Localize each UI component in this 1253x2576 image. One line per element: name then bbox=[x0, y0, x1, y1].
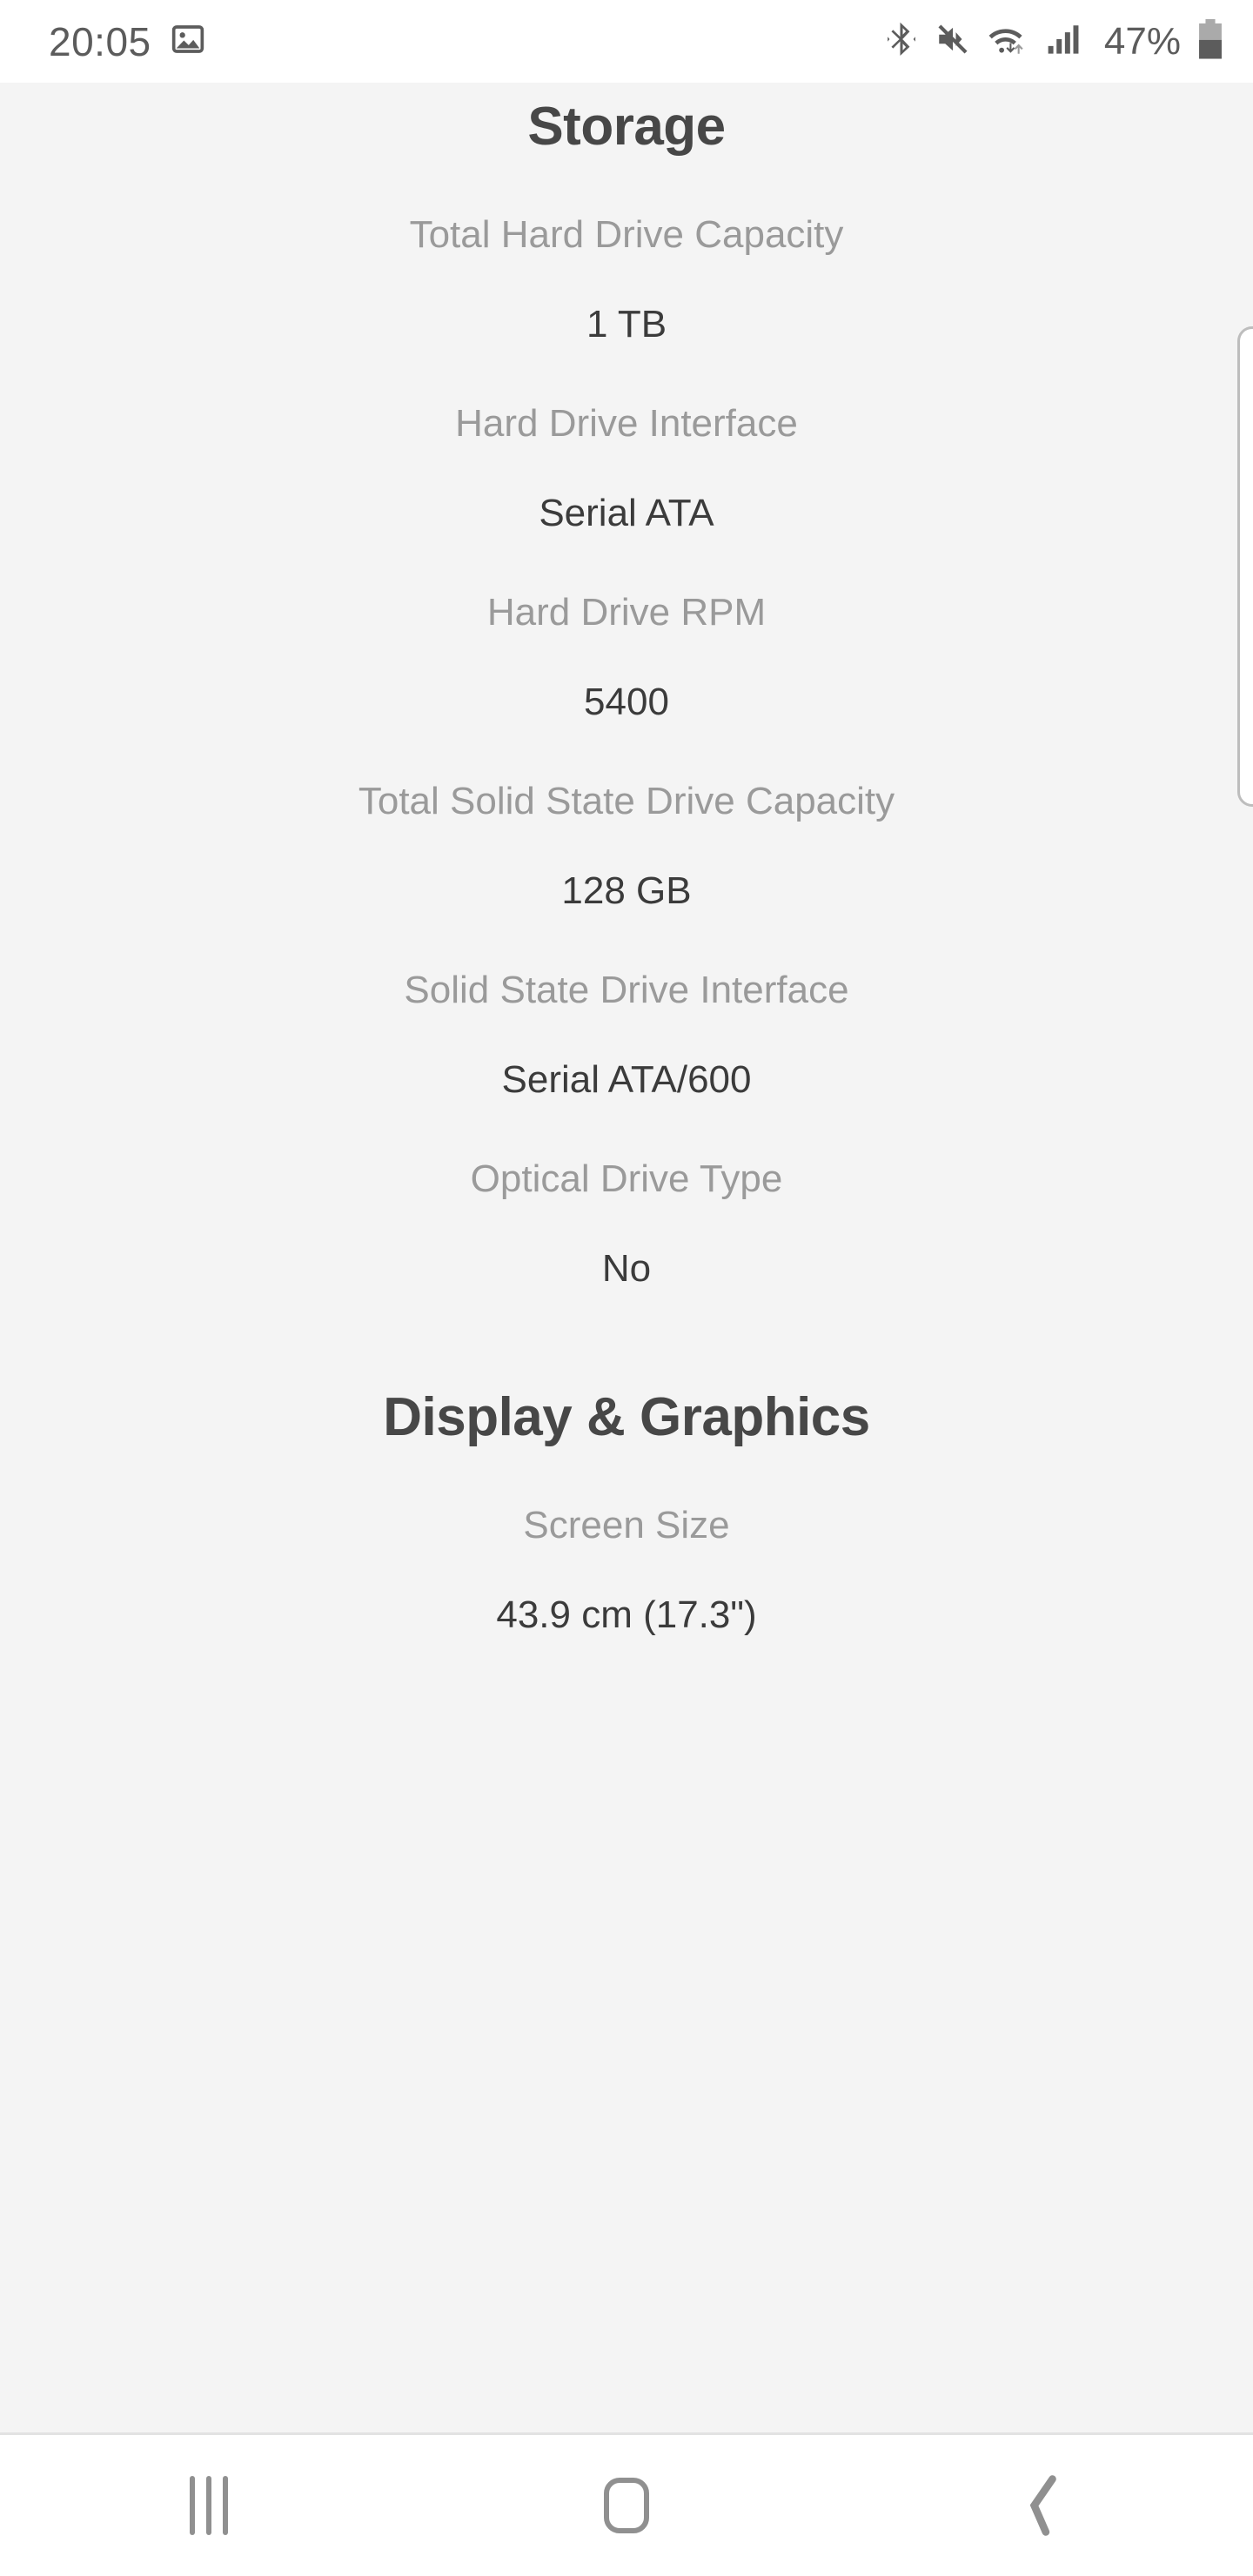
spec-label: Hard Drive Interface bbox=[455, 402, 798, 445]
spec-value: 43.9 cm (17.3") bbox=[496, 1593, 757, 1636]
spec-value: No bbox=[601, 1247, 652, 1290]
spec-value: 1 TB bbox=[586, 303, 667, 345]
nav-back-button[interactable] bbox=[962, 2434, 1127, 2576]
scrollbar-thumb[interactable] bbox=[1237, 326, 1253, 807]
spec-row: Total Hard Drive Capacity 1 TB bbox=[0, 213, 1253, 346]
status-bar-left: 20:05 bbox=[49, 22, 205, 62]
spec-list-scroll-area[interactable]: Storage Total Hard Drive Capacity 1 TB H… bbox=[0, 83, 1253, 2432]
status-bar: 20:05 47% bbox=[0, 0, 1253, 83]
spec-label: Screen Size bbox=[523, 1504, 730, 1546]
home-icon bbox=[604, 2478, 649, 2533]
status-bar-clock: 20:05 bbox=[49, 18, 151, 64]
spec-value: Serial ATA bbox=[539, 492, 714, 534]
back-chevron-icon bbox=[1029, 2475, 1056, 2536]
spec-row: Optical Drive Type No bbox=[0, 1157, 1253, 1291]
phone-screen: 20:05 47% Storage Total Hard Drive Capac… bbox=[0, 0, 1253, 2576]
spec-value: Serial ATA/600 bbox=[501, 1058, 752, 1101]
battery-percentage: 47% bbox=[1103, 19, 1181, 63]
recents-icon bbox=[190, 2476, 228, 2535]
section-heading-storage: Storage bbox=[527, 97, 726, 157]
sound-muted-icon bbox=[935, 21, 971, 62]
bluetooth-icon bbox=[885, 21, 918, 62]
spec-value: 5400 bbox=[584, 681, 669, 723]
spec-row: Hard Drive RPM 5400 bbox=[0, 591, 1253, 724]
spec-row: Total Solid State Drive Capacity 128 GB bbox=[0, 780, 1253, 913]
android-navigation-bar bbox=[0, 2432, 1253, 2576]
battery-icon bbox=[1197, 18, 1223, 64]
spec-row: Hard Drive Interface Serial ATA bbox=[0, 402, 1253, 535]
section-heading-display-graphics: Display & Graphics bbox=[383, 1387, 870, 1447]
cellular-signal-icon bbox=[1046, 21, 1082, 62]
spec-label: Solid State Drive Interface bbox=[404, 969, 849, 1011]
nav-recents-button[interactable] bbox=[126, 2434, 291, 2576]
spec-label: Total Hard Drive Capacity bbox=[409, 213, 844, 256]
nav-home-button[interactable] bbox=[544, 2434, 709, 2576]
section-storage: Storage Total Hard Drive Capacity 1 TB H… bbox=[0, 96, 1253, 1291]
spec-row: Solid State Drive Interface Serial ATA/6… bbox=[0, 969, 1253, 1102]
spec-label: Hard Drive RPM bbox=[486, 591, 767, 634]
section-display-graphics: Display & Graphics Screen Size 43.9 cm (… bbox=[0, 1386, 1253, 1637]
scrollbar-track[interactable] bbox=[1225, 83, 1253, 2432]
spec-row: Screen Size 43.9 cm (17.3") bbox=[0, 1504, 1253, 1637]
spec-label: Total Solid State Drive Capacity bbox=[358, 780, 895, 822]
screenshot-image-icon bbox=[171, 22, 205, 61]
spec-value: 128 GB bbox=[561, 869, 692, 912]
status-bar-right: 47% bbox=[885, 18, 1223, 64]
spec-label: Optical Drive Type bbox=[470, 1157, 783, 1200]
wifi-transfer-icon bbox=[988, 21, 1029, 62]
